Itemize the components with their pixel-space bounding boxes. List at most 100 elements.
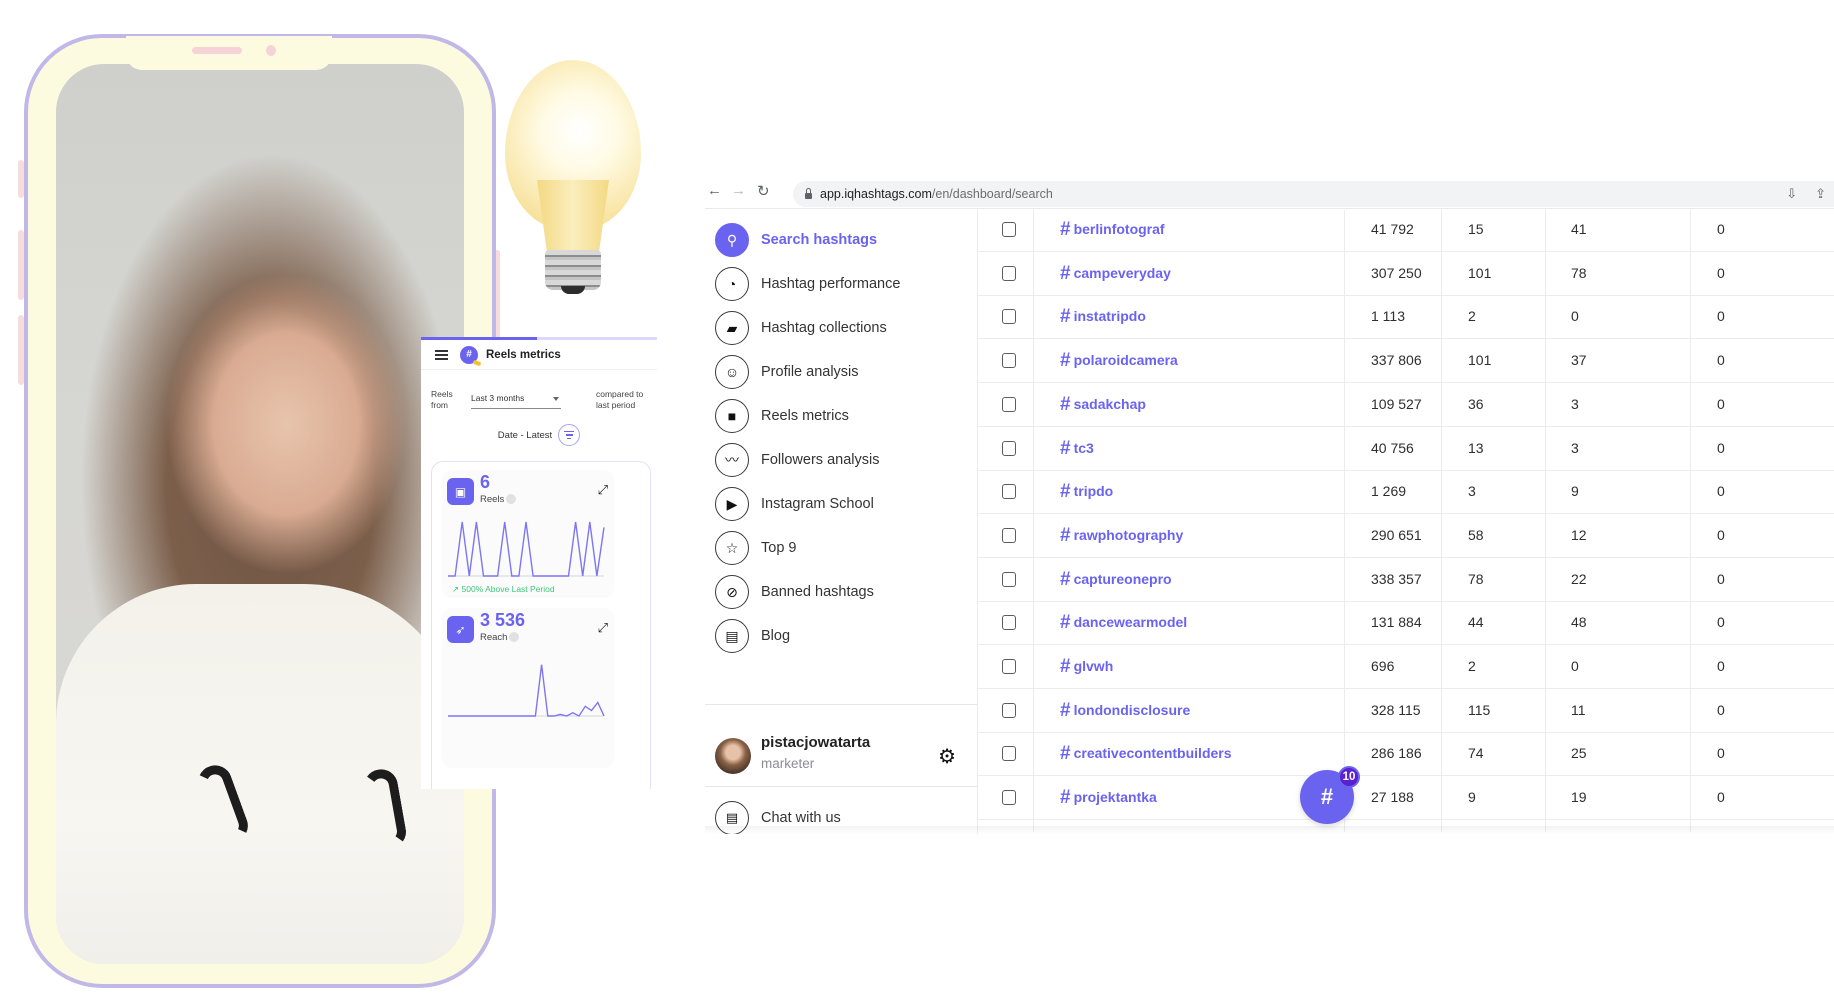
period-select[interactable]: Last 3 months — [471, 391, 561, 409]
sort-icon — [567, 437, 572, 440]
sidebar-item-label: Banned hashtags — [761, 584, 874, 600]
row-checkbox[interactable] — [1002, 790, 1016, 806]
sidebar-item-hashtag-performance[interactable]: ◔ Hashtag performance — [715, 266, 900, 302]
sidebar-item-top-9[interactable]: ☆ Top 9 — [715, 530, 796, 566]
hashtag-link[interactable]: # projektantka — [1060, 787, 1157, 809]
hashtag-icon: # — [1060, 656, 1071, 677]
hashtag-icon: # — [1060, 612, 1071, 634]
hashtag-link[interactable]: # tripdo — [1060, 481, 1113, 503]
hashtag-icon: # — [1060, 481, 1071, 503]
hashtag-link[interactable]: # campeveryday — [1060, 263, 1171, 285]
hashtag-name: tripdo — [1073, 483, 1114, 500]
cell-metric-3: 0 — [1571, 658, 1579, 674]
cell-posts: 27 188 — [1371, 789, 1414, 806]
sidebar-item-instagram-school[interactable]: ▶ Instagram School — [715, 486, 874, 522]
hashtag-name: captureonepro — [1073, 570, 1172, 587]
cell-metric-2: 36 — [1468, 395, 1484, 412]
lock-icon — [805, 187, 812, 199]
sidebar-item-hashtag-collections[interactable]: ▰ Hashtag collections — [715, 310, 887, 346]
row-checkbox[interactable] — [1002, 265, 1016, 281]
url-path: /en/dashboard/search — [931, 187, 1053, 201]
hashtag-link[interactable]: # londondisclosure — [1060, 700, 1190, 722]
cell-metric-4: 0 — [1717, 789, 1725, 806]
hashtag-link[interactable]: # dancewearmodel — [1060, 612, 1187, 634]
selected-hashtags-button[interactable]: # 10 — [1300, 766, 1360, 824]
hashtag-link[interactable]: # creativecontentbuilders — [1060, 743, 1232, 765]
row-checkbox[interactable] — [1002, 309, 1016, 325]
cell-metric-4: 0 — [1717, 745, 1725, 762]
cell-posts: 328 115 — [1371, 701, 1421, 718]
hashtag-icon: # — [1060, 787, 1071, 809]
row-checkbox[interactable] — [1002, 353, 1016, 369]
hashtag-link[interactable]: # rawphotography — [1060, 525, 1183, 547]
sidebar-item-label: Top 9 — [761, 540, 797, 556]
sidebar-item-followers-analysis[interactable]: 〰 Followers analysis — [715, 442, 879, 478]
cell-metric-3: 3 — [1571, 395, 1579, 412]
hashtag-link[interactable]: # sadakchap — [1060, 394, 1146, 416]
back-button[interactable]: ← — [707, 182, 722, 199]
row-checkbox[interactable] — [1002, 702, 1016, 718]
row-checkbox[interactable] — [1002, 484, 1016, 500]
share-icon[interactable]: ⇪ — [1815, 186, 1826, 202]
sidebar-item-blog[interactable]: ▤ Blog — [715, 618, 790, 654]
gear-icon[interactable]: ⚙ — [938, 744, 956, 769]
row-checkbox[interactable] — [1002, 659, 1016, 674]
hashtag-link[interactable]: # tc3 — [1060, 438, 1094, 460]
expand-icon[interactable]: ⤢ — [598, 482, 608, 498]
sort-icon — [564, 430, 575, 433]
reload-button[interactable]: ↻ — [757, 182, 770, 200]
url-bar[interactable]: app.iqhashtags.com/en/dashboard/search ⇩… — [793, 181, 1834, 207]
sort-button[interactable] — [558, 424, 581, 446]
row-checkbox[interactable] — [1002, 746, 1016, 762]
cell-metric-3: 9 — [1571, 483, 1579, 500]
row-checkbox[interactable] — [1002, 222, 1016, 237]
hashtag-icon: # — [1060, 699, 1071, 721]
document-icon: ▤ — [715, 619, 749, 653]
info-icon[interactable] — [506, 494, 517, 505]
hashtag-link[interactable]: # instatripdo — [1060, 306, 1146, 328]
hashtag-icon: # — [1060, 568, 1071, 590]
expand-icon[interactable]: ⤢ — [598, 620, 608, 636]
hashtag-link[interactable]: # berlinfotograf — [1060, 219, 1165, 241]
cell-metric-2: 13 — [1468, 439, 1484, 456]
hashtag-link[interactable]: # polaroidcamera — [1060, 350, 1178, 372]
search-icon: ⚲ — [715, 223, 749, 257]
sidebar-item-label: Hashtag collections — [761, 320, 887, 336]
sort-icon — [565, 434, 573, 436]
info-icon[interactable] — [509, 632, 520, 643]
metric-label: Reels — [480, 494, 517, 505]
cell-metric-2: 74 — [1468, 745, 1484, 762]
cell-metric-2: 15 — [1468, 221, 1484, 237]
phone-camera — [266, 45, 276, 56]
row-checkbox[interactable] — [1002, 396, 1016, 412]
hashtag-name: tc3 — [1073, 439, 1094, 456]
row-checkbox[interactable] — [1002, 527, 1016, 543]
sidebar-item-reels-metrics[interactable]: ■ Reels metrics — [715, 398, 849, 434]
bulb-neck — [537, 180, 609, 258]
sort-label: Date - Latest — [497, 429, 553, 441]
user-profile[interactable]: pistacjowatarta marketer ⚙ — [715, 734, 970, 784]
hashtag-name: dancewearmodel — [1073, 614, 1188, 631]
hashtag-name: londondisclosure — [1073, 701, 1191, 718]
install-app-icon[interactable]: ⇩ — [1786, 186, 1797, 202]
scroll-shadow — [705, 826, 1834, 834]
sidebar-item-profile-analysis[interactable]: ☺ Profile analysis — [715, 354, 859, 390]
hashtag-link[interactable]: # glvwh — [1060, 656, 1113, 678]
sidebar-item-search-hashtags[interactable]: ⚲ Search hashtags — [715, 222, 877, 258]
sort-row: Date - Latest — [421, 423, 657, 447]
cell-posts: 41 792 — [1371, 221, 1414, 237]
hashtag-icon: # — [1060, 350, 1071, 372]
forward-button[interactable]: → — [731, 182, 746, 199]
cell-metric-4: 0 — [1717, 221, 1725, 237]
row-checkbox[interactable] — [1002, 615, 1016, 631]
row-checkbox[interactable] — [1002, 571, 1016, 587]
url-host: app.iqhashtags.com — [820, 187, 932, 201]
sidebar-item-banned-hashtags[interactable]: ⊘ Banned hashtags — [715, 574, 874, 610]
reach-sparkline — [448, 664, 605, 717]
profile-username: pistacjowatarta — [761, 734, 871, 751]
menu-icon[interactable] — [435, 349, 448, 360]
metric-card-reach: ➶ 3 536 Reach ⤢ — [442, 608, 614, 768]
row-checkbox[interactable] — [1002, 440, 1016, 456]
hashtag-link[interactable]: # captureonepro — [1060, 569, 1172, 591]
hashtag-icon: # — [1320, 784, 1334, 809]
